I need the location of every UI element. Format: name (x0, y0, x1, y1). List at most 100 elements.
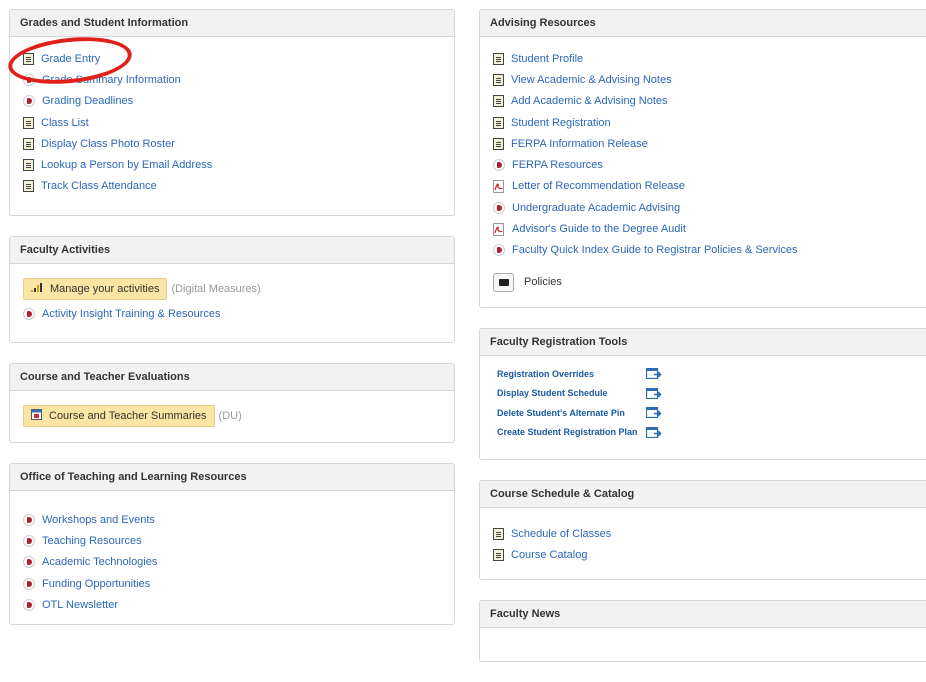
link-workshops-and-events[interactable]: Workshops and Events (42, 514, 155, 526)
web-icon (23, 95, 35, 108)
link-registration-overrides[interactable]: Registration Overrides (497, 369, 594, 379)
list-item-student-registration: Student Registration (493, 112, 926, 133)
du-note: (DU) (218, 410, 242, 422)
web-icon (23, 556, 35, 569)
link-faculty-quick-index-guide-to-registrar-policies-services[interactable]: Faculty Quick Index Guide to Registrar P… (512, 244, 798, 256)
panel-registration-tools: Faculty Registration Tools Registration … (479, 328, 926, 460)
link-add-academic-advising-notes[interactable]: Add Academic & Advising Notes (511, 95, 668, 107)
list-item-grading-deadlines: Grading Deadlines (23, 91, 442, 112)
document-icon (493, 116, 504, 129)
document-icon (493, 548, 504, 561)
link-track-class-attendance[interactable]: Track Class Attendance (41, 180, 157, 192)
advising-list: Student Profile View Academic & Advising … (480, 37, 926, 271)
list-item-view-academic-advising-notes: View Academic & Advising Notes (493, 69, 926, 90)
manage-activities-button[interactable]: Manage your activities (23, 278, 168, 300)
panel-title: Course and Teacher Evaluations (10, 364, 454, 391)
link-course-catalog[interactable]: Course Catalog (511, 549, 587, 561)
web-icon (23, 73, 35, 86)
list-item-grade-entry: Grade Entry (23, 48, 442, 69)
list-item-letter-of-recommendation-release: Letter of Recommendation Release (493, 176, 926, 197)
list-item-grade-summary-information: Grade Summary Information (23, 69, 442, 90)
link-class-list[interactable]: Class List (41, 117, 89, 129)
link-ferpa-information-release[interactable]: FERPA Information Release (511, 138, 648, 150)
grades-list: Grade Entry Grade Summary Information Grad… (10, 37, 454, 207)
link-teaching-resources[interactable]: Teaching Resources (42, 535, 142, 547)
link-grading-deadlines[interactable]: Grading Deadlines (42, 95, 133, 107)
web-icon (23, 534, 35, 547)
link-academic-technologies[interactable]: Academic Technologies (42, 556, 157, 568)
document-icon (493, 137, 504, 150)
panel-grades: Grades and Student Information Grade Ent… (9, 9, 455, 216)
course-teacher-summaries-button[interactable]: Course and Teacher Summaries (23, 405, 215, 427)
panel-title: Course Schedule & Catalog (480, 481, 926, 508)
list-item-course-catalog: Course Catalog (493, 544, 926, 565)
web-icon (23, 307, 35, 320)
link-lookup-a-person-by-email-address[interactable]: Lookup a Person by Email Address (41, 159, 212, 171)
document-icon (493, 95, 504, 108)
registration-tools-table: Registration Overrides Display Student Sc… (497, 364, 662, 442)
document-icon (493, 52, 504, 65)
list-item-undergraduate-academic-advising: Undergraduate Academic Advising (493, 197, 926, 218)
link-delete-student-s-alternate-pin[interactable]: Delete Student's Alternate Pin (497, 408, 625, 418)
web-icon (493, 159, 505, 172)
link-display-student-schedule[interactable]: Display Student Schedule (497, 388, 608, 398)
policies-button[interactable] (493, 272, 514, 292)
link-advisor-s-guide-to-the-degree-audit[interactable]: Advisor's Guide to the Degree Audit (512, 223, 686, 235)
open-external-icon[interactable] (645, 387, 662, 399)
calendar-icon (31, 409, 42, 423)
link-display-class-photo-roster[interactable]: Display Class Photo Roster (41, 138, 175, 150)
list-item-otl-newsletter: OTL Newsletter (23, 594, 442, 615)
link-schedule-of-classes[interactable]: Schedule of Classes (511, 528, 611, 540)
panel-course-schedule: Course Schedule & Catalog Schedule of Cl… (479, 480, 926, 580)
web-icon (23, 513, 35, 526)
panel-title: Advising Resources (480, 10, 926, 37)
web-icon (493, 244, 505, 257)
link-create-student-registration-plan[interactable]: Create Student Registration Plan (497, 427, 638, 437)
panel-title: Faculty Activities (10, 237, 454, 264)
list-item-student-profile: Student Profile (493, 48, 926, 69)
panel-title: Faculty News (480, 601, 926, 628)
link-grade-entry[interactable]: Grade Entry (41, 53, 100, 65)
link-student-profile[interactable]: Student Profile (511, 53, 583, 65)
link-funding-opportunities[interactable]: Funding Opportunities (42, 578, 150, 590)
link-otl-newsletter[interactable]: OTL Newsletter (42, 599, 118, 611)
panel-faculty-activities: Faculty Activities Manage your activitie… (9, 236, 455, 343)
list-item-teaching-resources: Teaching Resources (23, 530, 442, 551)
list-item-ferpa-information-release: FERPA Information Release (493, 133, 926, 154)
link-view-academic-advising-notes[interactable]: View Academic & Advising Notes (511, 74, 672, 86)
document-icon (23, 52, 34, 65)
course-teacher-summaries-label: Course and Teacher Summaries (49, 410, 207, 422)
list-item-academic-technologies: Academic Technologies (23, 552, 442, 573)
document-icon (23, 116, 34, 129)
right-column: Advising Resources Student Profile View A… (479, 9, 926, 682)
policies-label: Policies (524, 276, 562, 289)
panel-title: Grades and Student Information (10, 10, 454, 37)
document-icon (23, 159, 34, 172)
registration-tool-row: Delete Student's Alternate Pin (497, 403, 662, 423)
list-item-ferpa-resources: FERPA Resources (493, 154, 926, 175)
folder-icon (498, 278, 509, 286)
panel-otl: Office of Teaching and Learning Resource… (9, 463, 455, 625)
registration-tool-row: Create Student Registration Plan (497, 423, 662, 443)
panel-evaluations: Course and Teacher Evaluations Course an… (9, 363, 455, 443)
link-letter-of-recommendation-release[interactable]: Letter of Recommendation Release (512, 180, 685, 192)
list-item-add-academic-advising-notes: Add Academic & Advising Notes (493, 91, 926, 112)
activity-chart-icon (31, 282, 43, 296)
manage-activities-label: Manage your activities (50, 283, 160, 295)
link-grade-summary-information[interactable]: Grade Summary Information (42, 74, 181, 86)
link-undergraduate-academic-advising[interactable]: Undergraduate Academic Advising (512, 202, 680, 214)
document-icon (493, 527, 504, 540)
link-activity-insight-training-resources[interactable]: Activity Insight Training & Resources (42, 308, 221, 320)
open-external-icon[interactable] (645, 426, 662, 438)
link-student-registration[interactable]: Student Registration (511, 117, 611, 129)
list-item-funding-opportunities: Funding Opportunities (23, 573, 442, 594)
list-item-display-class-photo-roster: Display Class Photo Roster (23, 133, 442, 154)
list-item-schedule-of-classes: Schedule of Classes (493, 523, 926, 544)
list-item-advisor-s-guide-to-the-degree-audit: Advisor's Guide to the Degree Audit (493, 218, 926, 239)
link-ferpa-resources[interactable]: FERPA Resources (512, 159, 603, 171)
left-column: Grades and Student Information Grade Ent… (5, 9, 455, 645)
list-item-activity-insight-training-resources: Activity Insight Training & Resources (23, 303, 442, 324)
open-external-icon[interactable] (645, 407, 662, 419)
faculty-activities-list: Activity Insight Training & Resources (23, 303, 442, 324)
open-external-icon[interactable] (645, 368, 662, 380)
